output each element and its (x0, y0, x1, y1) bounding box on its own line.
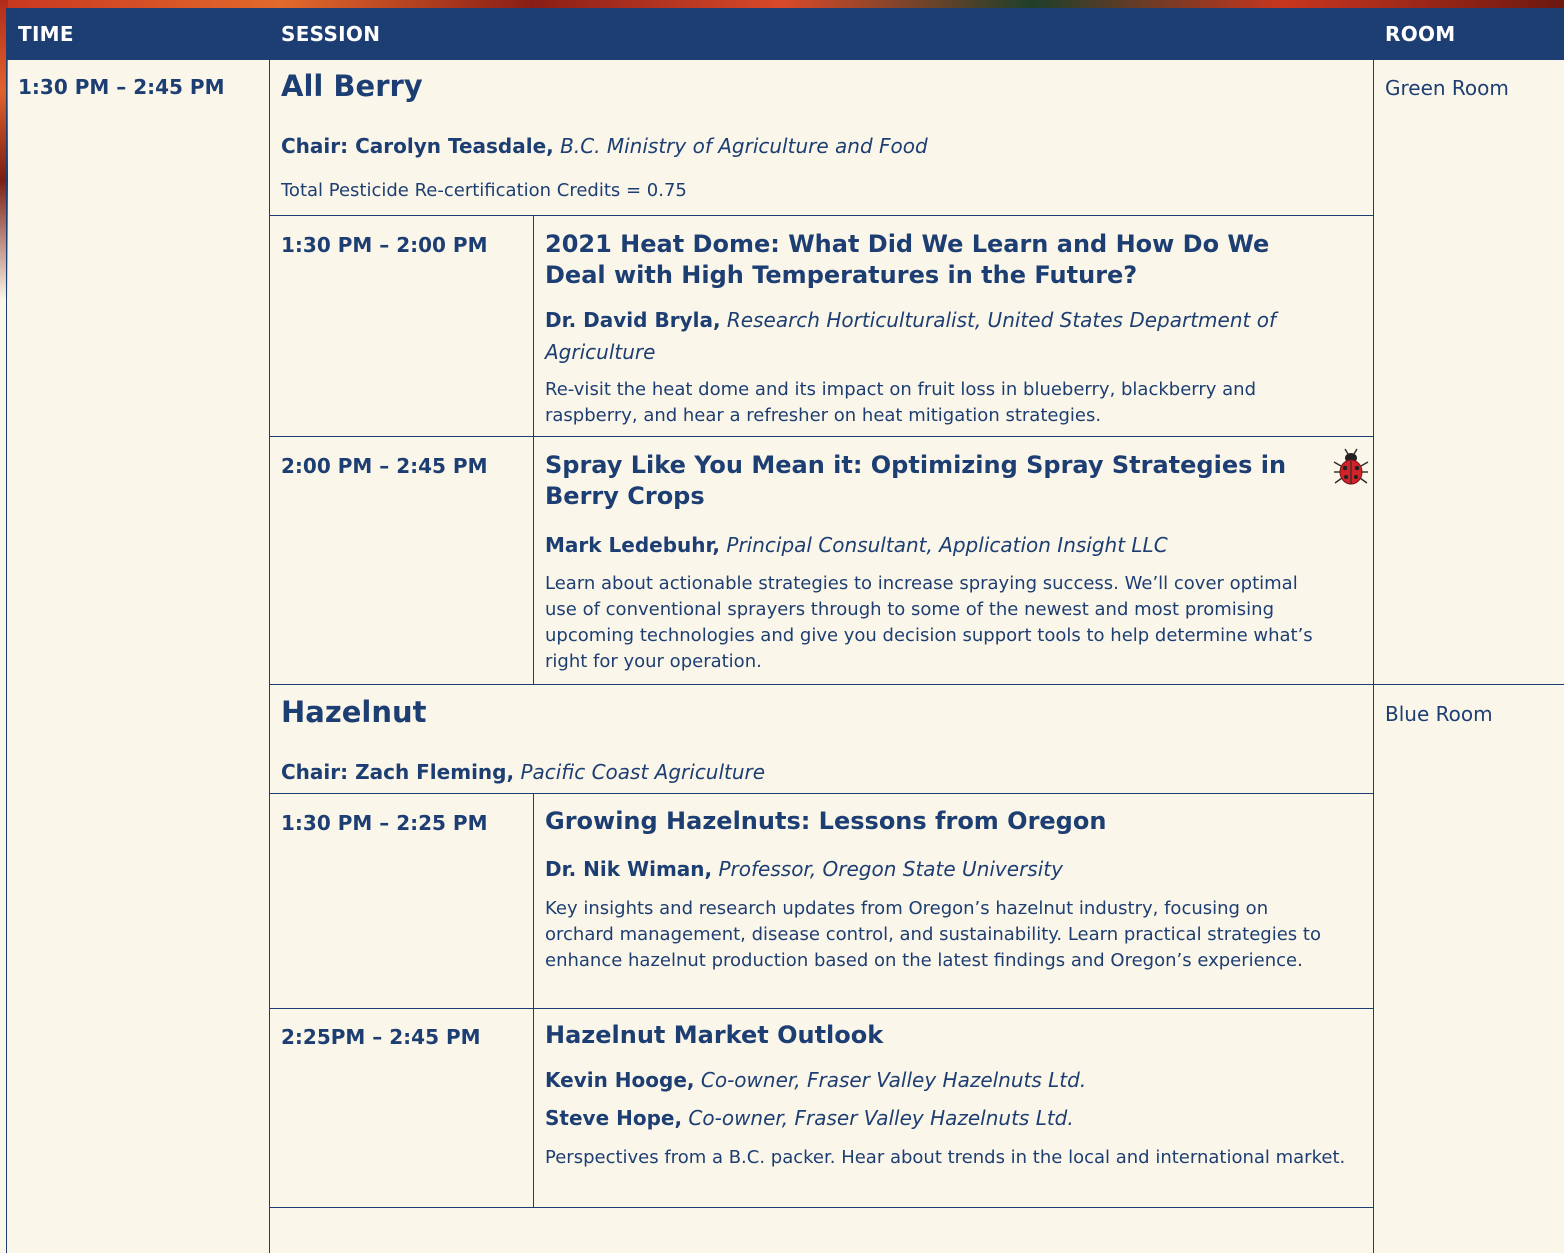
session-description: Learn about actionable strategies to inc… (545, 573, 1313, 672)
chair-name: Chair: Zach Fleming, (281, 760, 515, 784)
session-time: 1:30 PM – 2:00 PM (281, 233, 488, 257)
session-title: Spray Like You Mean it: Optimizing Spray… (545, 451, 1287, 510)
session-time: 2:00 PM – 2:45 PM (281, 454, 488, 478)
track-title-hazelnut: Hazelnut (281, 695, 427, 729)
session-speaker: Kevin Hooge, Co-owner, Fraser Valley Haz… (545, 1064, 1335, 1096)
grid-line (269, 1008, 1373, 1009)
grid-line (269, 793, 1373, 794)
header-time: TIME (18, 22, 74, 46)
track-chair: Chair: Carolyn Teasdale, B.C. Ministry o… (281, 134, 928, 158)
grid-line (269, 436, 1373, 437)
session-title: Growing Hazelnuts: Lessons from Oregon (545, 807, 1107, 835)
room-green: Green Room (1385, 76, 1509, 100)
session-speaker: Dr. David Bryla, Research Horticulturali… (545, 304, 1335, 368)
grid-line (269, 215, 1373, 216)
chair-organization: B.C. Ministry of Agriculture and Food (560, 134, 928, 158)
session-time: 1:30 PM – 2:25 PM (281, 811, 488, 835)
chair-organization: Pacific Coast Agriculture (520, 760, 766, 784)
schedule-header: TIME SESSION ROOM (6, 8, 1564, 60)
grid-line (269, 1207, 1373, 1208)
credits-note: Total Pesticide Re-certification Credits… (281, 180, 687, 201)
header-session: SESSION (281, 22, 381, 46)
grid-line (533, 793, 534, 1207)
grid-line (533, 215, 534, 684)
session-description: Re-visit the heat dome and its impact on… (545, 379, 1257, 426)
ladybug-icon (1333, 448, 1369, 485)
speaker-role: Principal Consultant, Application Insigh… (726, 533, 1168, 557)
speaker-name: Dr. David Bryla, (545, 308, 721, 332)
block-time: 1:30 PM – 2:45 PM (18, 75, 225, 99)
speaker-name: Dr. Nik Wiman, (545, 857, 713, 881)
grid-line (1373, 60, 1374, 1253)
track-chair: Chair: Zach Fleming, Pacific Coast Agric… (281, 760, 765, 784)
session-time: 2:25PM – 2:45 PM (281, 1025, 481, 1049)
chair-name: Chair: Carolyn Teasdale, (281, 134, 554, 158)
room-blue: Blue Room (1385, 702, 1493, 726)
session-speaker: Dr. Nik Wiman, Professor, Oregon State U… (545, 853, 1335, 885)
session-speaker: Mark Ledebuhr, Principal Consultant, App… (545, 529, 1335, 561)
session-description: Key insights and research updates from O… (545, 898, 1321, 971)
speaker-name: Steve Hope, (545, 1106, 683, 1130)
speaker-role: Co-owner, Fraser Valley Hazelnuts Ltd. (700, 1068, 1087, 1092)
header-room: ROOM (1385, 22, 1456, 46)
session-title: Hazelnut Market Outlook (545, 1021, 884, 1049)
grid-line (269, 684, 1564, 685)
grid-line (269, 60, 270, 1253)
track-title-all-berry: All Berry (281, 69, 423, 103)
session-description: Perspectives from a B.C. packer. Hear ab… (545, 1147, 1346, 1168)
speaker-role: Professor, Oregon State University (718, 857, 1063, 881)
grid-line (6, 60, 7, 1253)
speaker-role: Co-owner, Fraser Valley Hazelnuts Ltd. (688, 1106, 1074, 1130)
session-title: 2021 Heat Dome: What Did We Learn and Ho… (545, 230, 1270, 289)
speaker-name: Kevin Hooge, (545, 1068, 695, 1092)
session-speaker: Steve Hope, Co-owner, Fraser Valley Haze… (545, 1102, 1335, 1134)
speaker-name: Mark Ledebuhr, (545, 533, 721, 557)
